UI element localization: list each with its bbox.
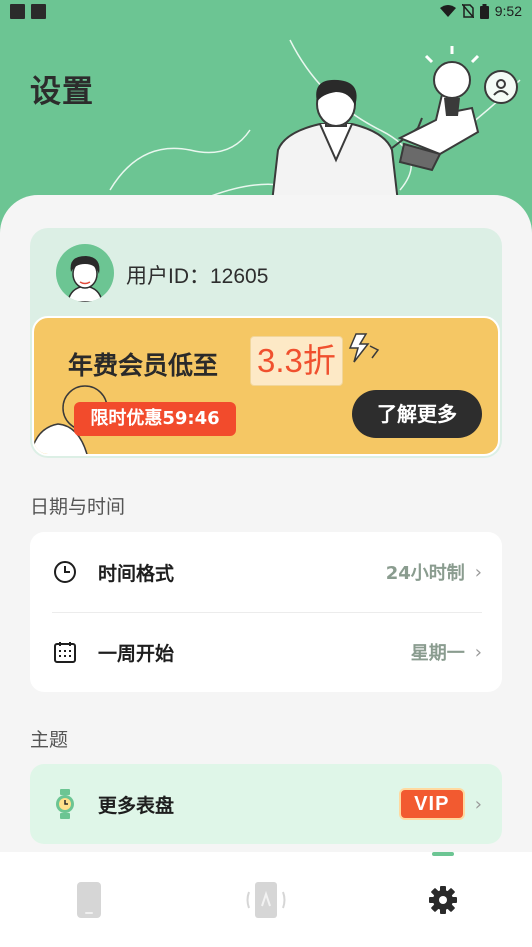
status-system-icons: 9:52 [439,3,522,19]
user-icon [493,79,509,96]
chevron-right-icon: › [474,561,482,583]
more-watch-faces-row[interactable]: 更多表盘 VIP › [30,764,502,844]
time-format-label: 时间格式 [98,562,175,585]
week-start-row[interactable]: 一周开始 星期一 › [30,612,502,692]
phone-icon [76,881,101,918]
promo-discount: 3.3折 [250,336,343,386]
status-time: 9:52 [494,3,522,19]
notification-icon [10,4,25,19]
chevron-right-icon: › [474,793,482,815]
nav-tab-rotate[interactable] [177,852,354,947]
section-label-date-time: 日期与时间 [30,496,126,518]
status-notification-icons [10,4,46,19]
nav-tab-device[interactable] [0,852,177,947]
phone-rotate-icon [246,881,286,918]
no-sim-icon [461,4,474,18]
lightning-icon [348,333,380,363]
vip-badge: VIP [398,788,465,820]
promo-timer: 限时优惠59:46 [74,402,236,436]
chevron-right-icon: › [474,641,482,663]
date-time-card: 时间格式 24小时制 › 一周开始 星期一 › [30,532,502,692]
wifi-icon [439,4,456,17]
more-watch-faces-label: 更多表盘 [98,794,175,817]
watch-icon [52,789,78,819]
profile-button[interactable] [484,70,518,104]
hero-illustration [109,39,521,220]
clock-icon [52,559,78,585]
nav-tab-settings[interactable] [355,852,532,947]
time-format-value: 24小时制 [385,563,465,584]
page-title: 设置 [30,74,94,110]
avatar [56,244,114,302]
week-start-value: 星期一 [410,643,465,664]
avatar-illustration [67,256,103,302]
calendar-icon [52,639,78,665]
theme-card: 更多表盘 VIP › [30,764,502,844]
notification-icon [31,4,46,19]
active-tab-indicator [432,852,455,856]
battery-icon [479,3,489,19]
user-card[interactable]: 用户ID：12605 年费会员低至 3.3折 限时优惠59:46 了解更多 [30,228,502,458]
gear-icon [429,885,458,914]
promo-title: 年费会员低至 [68,351,219,380]
week-start-label: 一周开始 [98,642,175,665]
bottom-navigation [0,852,532,947]
user-id: 用户ID：12605 [126,265,269,288]
time-format-row[interactable]: 时间格式 24小时制 › [30,532,502,612]
learn-more-button[interactable]: 了解更多 [352,390,482,438]
section-label-theme: 主题 [30,729,69,751]
vip-promo-banner[interactable]: 年费会员低至 3.3折 限时优惠59:46 了解更多 [32,316,500,456]
